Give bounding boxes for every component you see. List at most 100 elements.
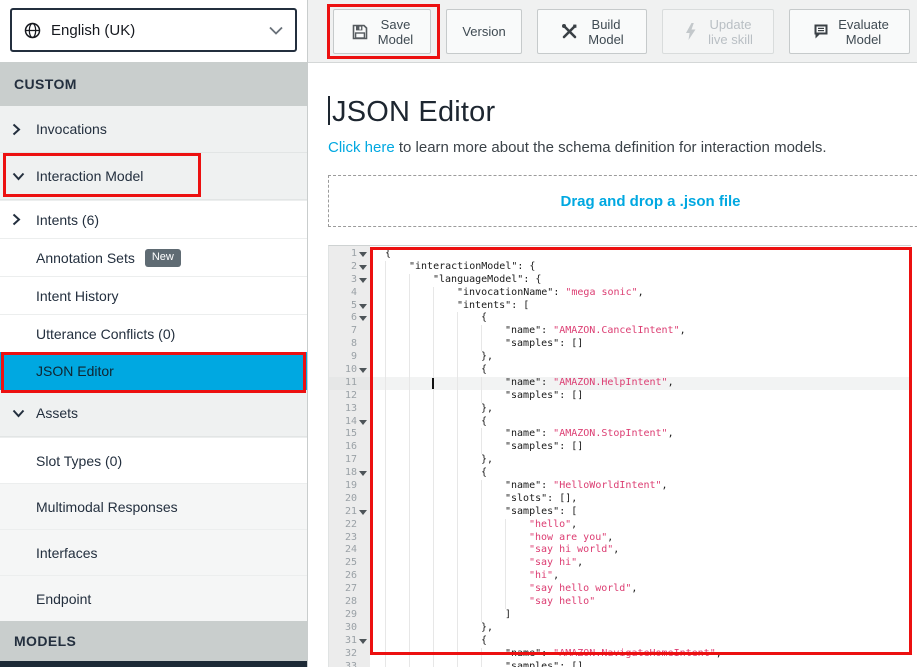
fold-toggle-icon[interactable] bbox=[359, 368, 367, 373]
json-key: "samples" bbox=[505, 661, 559, 667]
json-punctuation: , bbox=[716, 648, 722, 659]
sidebar-item-slot-types-0[interactable]: Slot Types (0) bbox=[0, 437, 307, 483]
indent-guide bbox=[505, 557, 529, 570]
build-model-button[interactable]: Build Model bbox=[537, 9, 647, 54]
fold-toggle-icon[interactable] bbox=[359, 420, 367, 425]
evaluate-model-button[interactable]: Evaluate Model bbox=[789, 9, 910, 54]
indent-guide bbox=[409, 377, 433, 390]
editor-code-area[interactable]: {"interactionModel": {"languageModel": {… bbox=[370, 246, 911, 667]
indent-guide bbox=[409, 635, 433, 648]
json-punctuation: : bbox=[541, 325, 553, 336]
sidebar-item-interfaces[interactable]: Interfaces bbox=[0, 529, 307, 575]
button-label: Evaluate Model bbox=[838, 17, 889, 47]
save-model-button[interactable]: Save Model bbox=[333, 9, 431, 54]
fold-toggle-icon[interactable] bbox=[359, 278, 367, 283]
indent-guide bbox=[385, 506, 409, 519]
json-punctuation: { bbox=[481, 416, 487, 427]
json-key: "languageModel" bbox=[433, 274, 523, 285]
fold-toggle-icon[interactable] bbox=[359, 316, 367, 321]
sidebar-item-invocations[interactable]: Invocations bbox=[0, 106, 307, 153]
fold-toggle-icon[interactable] bbox=[359, 265, 367, 270]
json-punctuation: , bbox=[638, 287, 644, 298]
indent-guide bbox=[433, 428, 457, 441]
json-key: "name" bbox=[505, 480, 541, 491]
line-number: 21 bbox=[329, 506, 370, 519]
sidebar-item-label: CUSTOM bbox=[14, 76, 77, 92]
fold-toggle-icon[interactable] bbox=[359, 639, 367, 644]
indent-guide bbox=[385, 622, 409, 635]
indent-guide bbox=[457, 441, 481, 454]
sidebar-item-assets[interactable]: Assets bbox=[0, 390, 307, 437]
json-string-value: "AMAZON.NavigateHomeIntent" bbox=[553, 648, 716, 659]
indent-guide bbox=[481, 506, 505, 519]
indent-guide bbox=[385, 441, 409, 454]
sidebar-item-intent-history[interactable]: Intent History bbox=[0, 276, 307, 314]
code-line: "invocationName": "mega sonic", bbox=[370, 287, 911, 300]
indent-guide bbox=[481, 519, 505, 532]
indent-guide bbox=[409, 544, 433, 557]
indent-guide bbox=[409, 506, 433, 519]
indent-guide bbox=[457, 570, 481, 583]
sidebar-item-interaction-model[interactable]: Interaction Model bbox=[0, 153, 307, 200]
sidebar-item-multimodal-responses[interactable]: Multimodal Responses bbox=[0, 483, 307, 529]
json-punctuation: : bbox=[541, 648, 553, 659]
json-punctuation: }, bbox=[481, 351, 493, 362]
editor-cursor bbox=[432, 378, 434, 389]
json-punctuation: , bbox=[668, 377, 674, 388]
indent-guide bbox=[385, 274, 409, 287]
json-string-value: "hello" bbox=[529, 519, 571, 530]
indent-guide bbox=[409, 390, 433, 403]
indent-guide bbox=[433, 570, 457, 583]
json-punctuation: }, bbox=[481, 454, 493, 465]
sidebar-item-endpoint[interactable]: Endpoint bbox=[0, 575, 307, 621]
sidebar-item-json-editor[interactable]: JSON Editor bbox=[0, 352, 307, 390]
button-label: Build Model bbox=[588, 17, 623, 47]
indent-guide bbox=[457, 338, 481, 351]
indent-guide bbox=[433, 609, 457, 622]
line-number: 16 bbox=[329, 441, 370, 454]
json-code-editor[interactable]: 1234567891011121314151617181920212223242… bbox=[328, 245, 911, 667]
fold-toggle-icon[interactable] bbox=[359, 252, 367, 257]
indent-guide bbox=[409, 403, 433, 416]
indent-guide bbox=[433, 467, 457, 480]
indent-guide bbox=[385, 338, 409, 351]
indent-guide bbox=[385, 609, 409, 622]
toolbar: Save ModelVersionBuild ModelUpdate live … bbox=[308, 0, 917, 63]
code-line: "name": "AMAZON.NavigateHomeIntent", bbox=[370, 648, 911, 661]
fold-toggle-icon[interactable] bbox=[359, 510, 367, 515]
fold-toggle-icon[interactable] bbox=[359, 304, 367, 309]
main-panel: Save ModelVersionBuild ModelUpdate live … bbox=[308, 0, 917, 667]
language-selector[interactable]: English (UK) bbox=[10, 8, 297, 52]
json-dropzone[interactable]: Drag and drop a .json file bbox=[328, 175, 917, 227]
indent-guide bbox=[433, 300, 457, 313]
sidebar-item-intents-6[interactable]: Intents (6) bbox=[0, 200, 307, 238]
indent-guide bbox=[505, 583, 529, 596]
indent-guide bbox=[385, 351, 409, 364]
indent-guide bbox=[409, 570, 433, 583]
sidebar-section-custom: CUSTOM bbox=[0, 62, 307, 106]
code-line: { bbox=[370, 248, 911, 261]
sidebar-item-annotation-sets[interactable]: Annotation SetsNew bbox=[0, 238, 307, 276]
sidebar-item-utterance-conflicts-0[interactable]: Utterance Conflicts (0) bbox=[0, 314, 307, 352]
indent-guide bbox=[457, 403, 481, 416]
indent-guide bbox=[409, 583, 433, 596]
click-here-link[interactable]: Click here bbox=[328, 139, 395, 156]
indent-guide bbox=[457, 609, 481, 622]
line-number: 19 bbox=[329, 480, 370, 493]
json-string-value: "say hello world" bbox=[529, 583, 631, 594]
indent-guide bbox=[385, 519, 409, 532]
sidebar-item-label: Assets bbox=[36, 405, 78, 421]
line-number: 6 bbox=[329, 312, 370, 325]
indent-guide bbox=[481, 338, 505, 351]
version-button[interactable]: Version bbox=[446, 9, 522, 54]
json-string-value: "say hi" bbox=[529, 557, 577, 568]
json-key: "intents" bbox=[457, 300, 511, 311]
indent-guide bbox=[409, 325, 433, 338]
indent-guide bbox=[457, 519, 481, 532]
indent-guide bbox=[433, 661, 457, 667]
sidebar-item-label: Invocations bbox=[36, 121, 107, 137]
fold-toggle-icon[interactable] bbox=[359, 471, 367, 476]
indent-guide bbox=[385, 480, 409, 493]
indent-guide bbox=[385, 261, 409, 274]
indent-guide bbox=[433, 325, 457, 338]
